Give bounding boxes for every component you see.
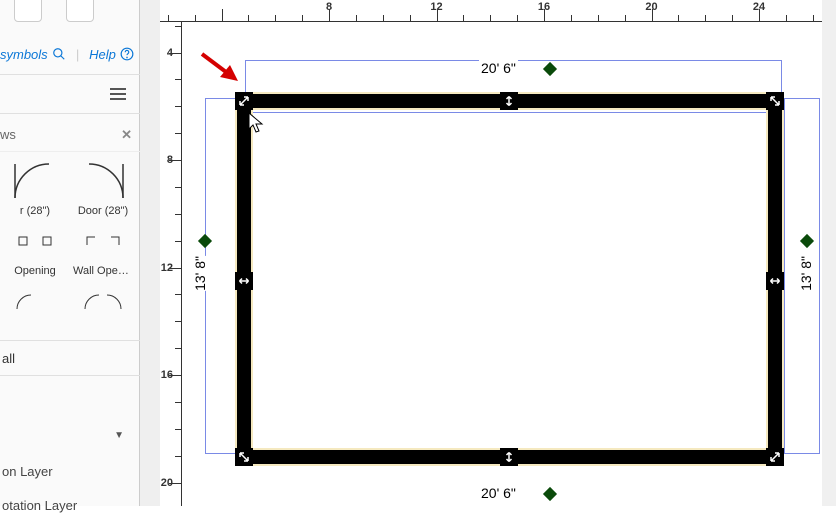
- shape-item-opening[interactable]: Opening: [4, 221, 66, 277]
- ruler-mark: 20: [161, 477, 173, 489]
- resize-handle-s[interactable]: [500, 448, 518, 466]
- shape-item-wall-opening[interactable]: Wall Openi…: [72, 221, 134, 277]
- door-arc-icon: [81, 162, 125, 200]
- shapes-search: ws ✕: [0, 118, 140, 152]
- shape-label: Opening: [5, 265, 65, 277]
- toolbar-button[interactable]: [66, 0, 94, 22]
- pane-splitter[interactable]: [140, 0, 160, 506]
- ruler-mark: 20: [645, 1, 657, 13]
- help-label: Help: [89, 47, 116, 62]
- ruler-mark: 4: [167, 47, 173, 59]
- ruler-mark: 16: [161, 369, 173, 381]
- resize-horiz-icon: [769, 275, 781, 287]
- help-bar: symbols | Help: [0, 40, 140, 68]
- left-sidebar: symbols | Help ws ✕ r (28") Door (28"): [0, 0, 140, 506]
- shape-label: Door (28"): [73, 205, 133, 217]
- ruler-mark: 12: [430, 1, 442, 13]
- resize-handle-w[interactable]: [235, 272, 253, 290]
- vertical-scrollbar[interactable]: [822, 0, 836, 506]
- door-arc-icon: [13, 162, 57, 200]
- shape-item-extra-b[interactable]: [72, 281, 134, 325]
- horizontal-ruler: 8 12 16 20 24: [160, 0, 836, 22]
- shapes-panel-header: [0, 74, 140, 114]
- resize-vert-icon: [503, 95, 515, 107]
- section-wall-label: all: [2, 351, 15, 366]
- shape-item-door-28a[interactable]: r (28"): [4, 161, 66, 217]
- resize-horiz-icon: [238, 275, 250, 287]
- shapes-grid: r (28") Door (28") Opening Wall Openi…: [0, 155, 140, 325]
- canvas[interactable]: 20' 6" 20' 6" 13' 8" 13' 8": [182, 22, 836, 506]
- resize-handle-se[interactable]: [766, 448, 784, 466]
- layer-select[interactable]: ▼: [0, 420, 140, 450]
- layer-row-label: on Layer: [2, 464, 53, 479]
- ruler-mark: 12: [161, 262, 173, 274]
- double-arc-icon: [13, 291, 57, 311]
- toolbar-stub: [0, 0, 140, 30]
- resize-handle-ne[interactable]: [766, 92, 784, 110]
- vertical-ruler: 4 8 12 16 20: [160, 22, 182, 506]
- ruler-mark: 16: [538, 1, 550, 13]
- ruler-mark: 24: [753, 1, 765, 13]
- layer-row[interactable]: otation Layer: [0, 490, 140, 520]
- symbols-link[interactable]: symbols: [0, 47, 66, 62]
- resize-handle-n[interactable]: [500, 92, 518, 110]
- resize-handle-e[interactable]: [766, 272, 784, 290]
- chevron-down-icon: ▼: [114, 430, 124, 441]
- dimension-height-right[interactable]: 13' 8": [796, 256, 816, 291]
- resize-diag-icon: [769, 95, 781, 107]
- resize-handle-sw[interactable]: [235, 448, 253, 466]
- shape-item-extra-a[interactable]: [4, 281, 66, 325]
- double-arc-icon: [81, 291, 125, 311]
- menu-icon[interactable]: [110, 88, 126, 100]
- help-link[interactable]: Help: [89, 47, 134, 62]
- wall-opening-icon: [81, 229, 125, 253]
- section-wall[interactable]: all: [0, 340, 140, 376]
- close-icon[interactable]: ✕: [121, 127, 132, 143]
- resize-diag-icon: [769, 451, 781, 463]
- question-icon: [120, 47, 134, 61]
- annotation-arrow-icon: [200, 52, 240, 82]
- search-icon: [52, 47, 66, 61]
- dimension-height-left[interactable]: 13' 8": [190, 256, 210, 291]
- resize-vert-icon: [503, 451, 515, 463]
- resize-diag-icon: [238, 451, 250, 463]
- layer-row[interactable]: on Layer: [0, 456, 140, 486]
- selection-bounds-bottom: [245, 112, 782, 452]
- toolbar-button[interactable]: [14, 0, 42, 22]
- ruler-mark: 8: [326, 1, 332, 13]
- ruler-mark: 8: [167, 154, 173, 166]
- layer-row-label: otation Layer: [2, 498, 77, 513]
- resize-diag-icon: [238, 95, 250, 107]
- symbols-label: symbols: [0, 47, 48, 62]
- dimension-width-bottom[interactable]: 20' 6": [479, 485, 518, 501]
- dimension-width-top[interactable]: 20' 6": [479, 60, 518, 76]
- resize-handle-nw[interactable]: [235, 92, 253, 110]
- shape-label: Wall Openi…: [73, 265, 133, 277]
- search-input-text[interactable]: ws: [0, 127, 121, 142]
- opening-icon: [13, 229, 57, 253]
- midpoint-marker[interactable]: [543, 487, 557, 501]
- shape-item-door-28b[interactable]: Door (28"): [72, 161, 134, 217]
- shape-label: r (28"): [5, 205, 65, 217]
